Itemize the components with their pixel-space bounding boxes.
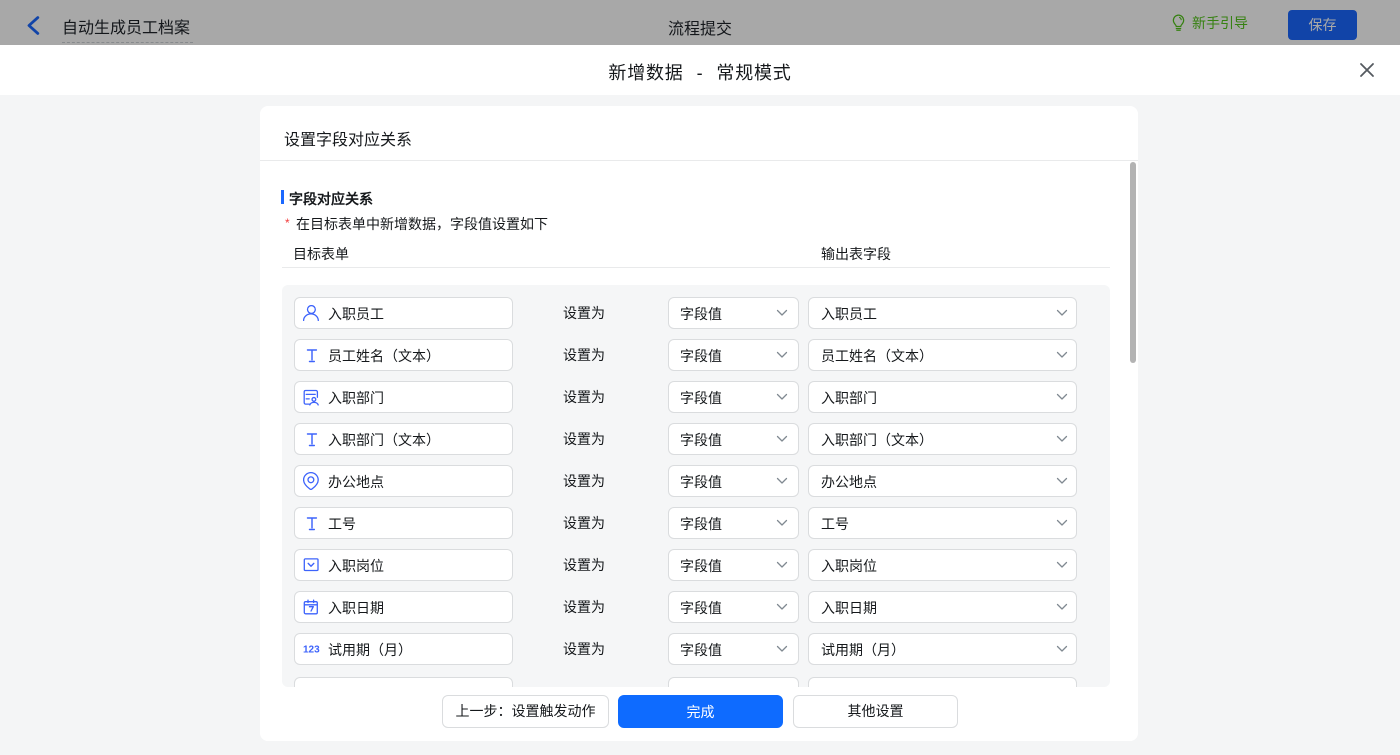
svg-text:123: 123 <box>303 645 320 656</box>
